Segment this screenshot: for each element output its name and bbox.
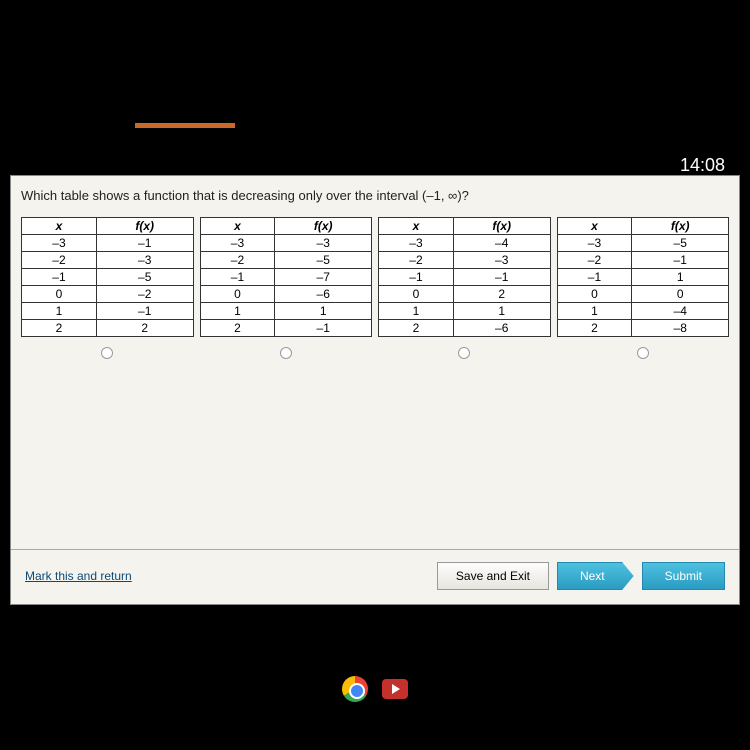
table-d: xf(x) –3–5 –2–1 –11 00 1–4 2–8 <box>557 217 730 337</box>
table-b: xf(x) –3–3 –2–5 –1–7 0–6 11 2–1 <box>200 217 373 337</box>
answer-options: xf(x) –3–1 –2–3 –1–5 0–2 1–1 22 xf(x) –3… <box>21 217 729 359</box>
footer-bar: Mark this and return Save and Exit Next … <box>11 549 739 594</box>
clock: 14:08 <box>680 155 725 176</box>
col-fx: f(x) <box>453 218 550 235</box>
col-x: x <box>557 218 632 235</box>
save-exit-button[interactable]: Save and Exit <box>437 562 549 590</box>
radio-d[interactable] <box>637 347 649 359</box>
option-b: xf(x) –3–3 –2–5 –1–7 0–6 11 2–1 <box>200 217 373 359</box>
radio-a[interactable] <box>101 347 113 359</box>
table-c: xf(x) –3–4 –2–3 –1–1 02 11 2–6 <box>378 217 551 337</box>
table-a: xf(x) –3–1 –2–3 –1–5 0–2 1–1 22 <box>21 217 194 337</box>
next-button[interactable]: Next <box>557 562 634 590</box>
col-fx: f(x) <box>275 218 372 235</box>
col-x: x <box>379 218 454 235</box>
col-fx: f(x) <box>632 218 729 235</box>
option-a: xf(x) –3–1 –2–3 –1–5 0–2 1–1 22 <box>21 217 194 359</box>
radio-c[interactable] <box>458 347 470 359</box>
quiz-panel: Which table shows a function that is dec… <box>10 175 740 605</box>
option-d: xf(x) –3–5 –2–1 –11 00 1–4 2–8 <box>557 217 730 359</box>
tab-indicator <box>135 123 235 128</box>
taskbar <box>0 663 750 715</box>
chrome-icon[interactable] <box>342 676 368 702</box>
submit-button[interactable]: Submit <box>642 562 725 590</box>
youtube-icon[interactable] <box>382 679 408 699</box>
col-x: x <box>200 218 275 235</box>
col-fx: f(x) <box>96 218 193 235</box>
radio-b[interactable] <box>280 347 292 359</box>
question-text: Which table shows a function that is dec… <box>21 188 729 203</box>
mark-return-link[interactable]: Mark this and return <box>25 569 429 583</box>
col-x: x <box>22 218 97 235</box>
option-c: xf(x) –3–4 –2–3 –1–1 02 11 2–6 <box>378 217 551 359</box>
